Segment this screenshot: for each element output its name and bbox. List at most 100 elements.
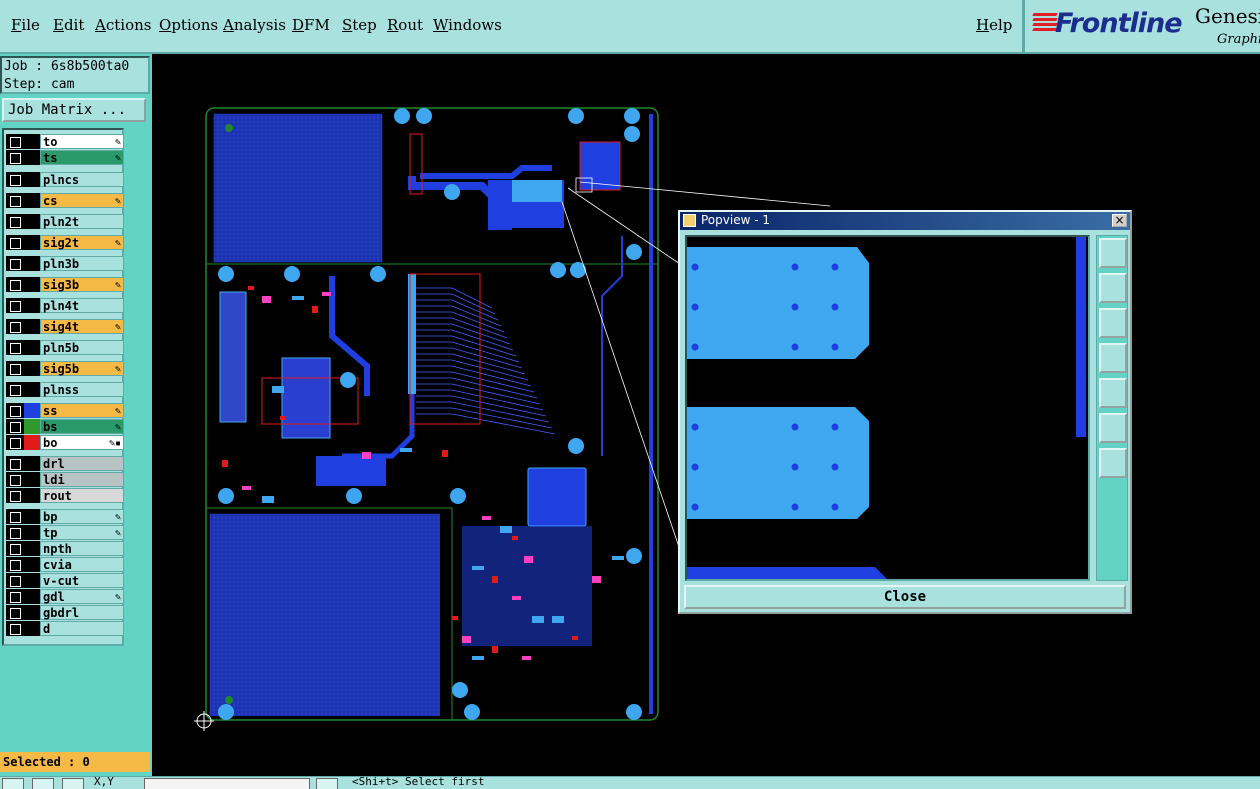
layer-checkbox[interactable]: [6, 557, 24, 572]
layer-color-swatch[interactable]: [24, 382, 40, 397]
layer-checkbox[interactable]: [6, 134, 24, 149]
layer-checkbox[interactable]: [6, 525, 24, 540]
layer-row-sig3b[interactable]: sig3b ✎: [6, 277, 124, 292]
layer-row-sig5b[interactable]: sig5b ✎: [6, 361, 124, 376]
layer-color-swatch[interactable]: [24, 277, 40, 292]
layer-checkbox[interactable]: [6, 419, 24, 434]
layer-row-bp[interactable]: bp ✎: [6, 509, 124, 524]
layer-color-swatch[interactable]: [24, 256, 40, 271]
layer-checkbox[interactable]: [6, 361, 24, 376]
layer-name[interactable]: ldi: [40, 472, 124, 487]
status-button-1[interactable]: [2, 778, 24, 789]
status-button-2[interactable]: [32, 778, 54, 789]
layer-name[interactable]: tp ✎: [40, 525, 124, 540]
layer-color-swatch[interactable]: [24, 193, 40, 208]
layer-color-swatch[interactable]: [24, 403, 40, 418]
layer-name[interactable]: pln3b: [40, 256, 124, 271]
layer-row-d[interactable]: d: [6, 621, 124, 636]
menu-options[interactable]: Options: [159, 16, 218, 34]
layer-name[interactable]: gdl ✎: [40, 589, 124, 604]
layer-checkbox[interactable]: [6, 456, 24, 471]
layer-row-gbdrl[interactable]: gbdrl: [6, 605, 124, 620]
layer-name[interactable]: drl: [40, 456, 124, 471]
layer-color-swatch[interactable]: [24, 150, 40, 165]
zoom-home-icon[interactable]: [1099, 448, 1127, 478]
layer-checkbox[interactable]: [6, 319, 24, 334]
pan-up-icon[interactable]: [1099, 273, 1127, 303]
zoom-fit-icon[interactable]: [1099, 413, 1127, 443]
layer-name[interactable]: pln2t: [40, 214, 124, 229]
status-button-3[interactable]: [62, 778, 84, 789]
menu-file[interactable]: File: [11, 16, 40, 34]
layer-color-swatch[interactable]: [24, 298, 40, 313]
layer-color-swatch[interactable]: [24, 621, 40, 636]
status-button-4[interactable]: [316, 778, 338, 789]
layer-name[interactable]: to ✎: [40, 134, 124, 149]
menu-rout[interactable]: Rout: [387, 16, 423, 34]
layer-name[interactable]: sig5b ✎: [40, 361, 124, 376]
layer-color-swatch[interactable]: [24, 472, 40, 487]
popview-canvas[interactable]: [685, 235, 1090, 581]
job-matrix-button[interactable]: Job Matrix ...: [2, 98, 146, 122]
layer-color-swatch[interactable]: [24, 525, 40, 540]
layer-row-cvia[interactable]: cvia: [6, 557, 124, 572]
layer-color-swatch[interactable]: [24, 172, 40, 187]
layer-checkbox[interactable]: [6, 256, 24, 271]
layer-checkbox[interactable]: [6, 193, 24, 208]
layer-name[interactable]: bs ✎: [40, 419, 124, 434]
layer-name[interactable]: cvia: [40, 557, 124, 572]
layer-checkbox[interactable]: [6, 435, 24, 450]
layer-color-swatch[interactable]: [24, 214, 40, 229]
layer-color-swatch[interactable]: [24, 340, 40, 355]
popview-zoomed-view[interactable]: [687, 237, 1088, 579]
layer-name[interactable]: npth: [40, 541, 124, 556]
menu-actions[interactable]: Actions: [95, 16, 151, 34]
layer-name[interactable]: sig4t ✎: [40, 319, 124, 334]
layer-name[interactable]: gbdrl: [40, 605, 124, 620]
layer-row-bo[interactable]: bo ✎▪: [6, 435, 124, 450]
layer-row-rout[interactable]: rout: [6, 488, 124, 503]
layer-name[interactable]: ts ✎: [40, 150, 124, 165]
layer-checkbox[interactable]: [6, 472, 24, 487]
layer-name[interactable]: sig3b ✎: [40, 277, 124, 292]
layer-checkbox[interactable]: [6, 382, 24, 397]
layer-checkbox[interactable]: [6, 488, 24, 503]
layer-row-pln4t[interactable]: pln4t: [6, 298, 124, 313]
layer-checkbox[interactable]: [6, 340, 24, 355]
zoom-window-icon[interactable]: [1099, 238, 1127, 268]
layer-checkbox[interactable]: [6, 214, 24, 229]
layer-color-swatch[interactable]: [24, 557, 40, 572]
layer-row-tp[interactable]: tp ✎: [6, 525, 124, 540]
layer-checkbox[interactable]: [6, 589, 24, 604]
layer-row-pln2t[interactable]: pln2t: [6, 214, 124, 229]
layer-color-swatch[interactable]: [24, 573, 40, 588]
layer-row-ss[interactable]: ss ✎: [6, 403, 124, 418]
layer-row-drl[interactable]: drl: [6, 456, 124, 471]
layer-row-sig4t[interactable]: sig4t ✎: [6, 319, 124, 334]
layer-checkbox[interactable]: [6, 621, 24, 636]
layer-name[interactable]: pln4t: [40, 298, 124, 313]
layer-color-swatch[interactable]: [24, 419, 40, 434]
popview-titlebar[interactable]: Popview - 1 ×: [680, 212, 1130, 230]
layer-color-swatch[interactable]: [24, 361, 40, 376]
layer-name[interactable]: sig2t ✎: [40, 235, 124, 250]
layer-color-swatch[interactable]: [24, 589, 40, 604]
close-icon[interactable]: ×: [1112, 214, 1127, 227]
menu-step[interactable]: Step: [342, 16, 377, 34]
menu-dfm[interactable]: DFM: [292, 16, 330, 34]
layer-name[interactable]: pln5b: [40, 340, 124, 355]
layer-color-swatch[interactable]: [24, 319, 40, 334]
layer-color-swatch[interactable]: [24, 235, 40, 250]
layer-row-pln3b[interactable]: pln3b: [6, 256, 124, 271]
layer-row-gdl[interactable]: gdl ✎: [6, 589, 124, 604]
pan-left-icon[interactable]: [1099, 343, 1127, 373]
layer-checkbox[interactable]: [6, 150, 24, 165]
layer-color-swatch[interactable]: [24, 488, 40, 503]
layer-checkbox[interactable]: [6, 541, 24, 556]
layer-row-bs[interactable]: bs ✎: [6, 419, 124, 434]
layer-color-swatch[interactable]: [24, 605, 40, 620]
layer-row-v-cut[interactable]: v-cut: [6, 573, 124, 588]
layer-checkbox[interactable]: [6, 172, 24, 187]
layer-checkbox[interactable]: [6, 277, 24, 292]
layer-row-npth[interactable]: npth: [6, 541, 124, 556]
